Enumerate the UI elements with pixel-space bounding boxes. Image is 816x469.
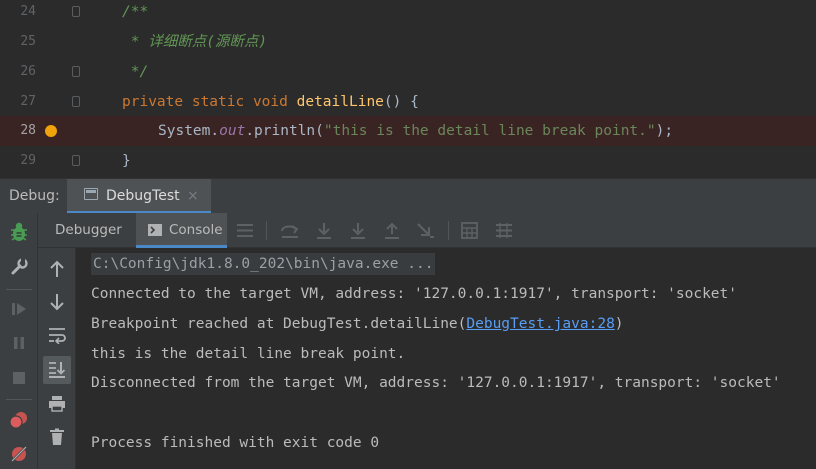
pause-icon[interactable] bbox=[11, 335, 27, 351]
code-editor[interactable]: 24 /** 25 * 详细断点(源断点) 26 */ 27 private s… bbox=[0, 0, 816, 178]
console-disconnected-line: Disconnected from the target VM, address… bbox=[91, 375, 781, 391]
debug-sidebar bbox=[0, 213, 38, 469]
wrench-icon[interactable] bbox=[10, 258, 28, 276]
tab-debugger[interactable]: Debugger bbox=[38, 213, 133, 248]
separator bbox=[6, 289, 32, 290]
console-breakpoint-line: Breakpoint reached at DebugTest.detailLi… bbox=[91, 313, 624, 335]
line-number: 28 bbox=[20, 123, 36, 138]
code-line[interactable]: 25 * 详细断点(源断点) bbox=[0, 27, 816, 57]
code-line[interactable]: 27 private static void detailLine() { bbox=[0, 87, 816, 117]
code-text: System.out.println("this is the detail l… bbox=[158, 116, 673, 146]
step-over-icon[interactable] bbox=[315, 222, 333, 240]
console-connected-line: Connected to the target VM, address: '12… bbox=[91, 286, 738, 302]
fold-icon[interactable] bbox=[72, 155, 80, 166]
bug-icon[interactable] bbox=[9, 221, 29, 243]
step-out-icon[interactable] bbox=[383, 222, 401, 240]
step-into-icon[interactable] bbox=[349, 222, 367, 240]
print-icon[interactable] bbox=[48, 395, 66, 412]
scroll-to-end-button[interactable] bbox=[43, 356, 71, 384]
up-arrow-icon[interactable] bbox=[49, 260, 65, 278]
breakpoint-message-end: ) bbox=[614, 316, 624, 332]
field-ref: out bbox=[219, 123, 246, 139]
line-number: 29 bbox=[20, 153, 36, 168]
console-output[interactable]: C:\Config\jdk1.8.0_202\bin\java.exe ... … bbox=[76, 248, 816, 469]
breakpoint-icon[interactable] bbox=[45, 125, 57, 137]
code-text: private static void detailLine() { bbox=[122, 87, 419, 117]
code-text: * 详细断点(源断点) bbox=[122, 34, 268, 50]
evaluate-icon[interactable] bbox=[461, 222, 478, 239]
debug-label: Debug: bbox=[9, 188, 60, 204]
resume-icon[interactable] bbox=[11, 301, 27, 317]
tab-console[interactable]: Console bbox=[136, 213, 227, 248]
fold-icon[interactable] bbox=[72, 96, 80, 107]
breakpoint-line[interactable]: 28 System.out.println("this is the detai… bbox=[0, 116, 816, 146]
stop-icon[interactable] bbox=[11, 370, 27, 386]
console-command-line[interactable]: C:\Config\jdk1.8.0_202\bin\java.exe ... bbox=[91, 253, 436, 275]
run-to-cursor-icon[interactable] bbox=[416, 221, 436, 241]
trash-icon[interactable] bbox=[49, 428, 65, 446]
code-line[interactable]: 29 } bbox=[0, 146, 816, 176]
punctuation: ); bbox=[655, 123, 674, 139]
separator bbox=[6, 399, 32, 400]
fold-icon[interactable] bbox=[72, 6, 80, 17]
scroll-to-end-icon bbox=[49, 362, 66, 378]
close-icon[interactable]: × bbox=[187, 179, 199, 213]
debug-tool-window-header: Debug: DebugTest × bbox=[0, 178, 816, 214]
separator bbox=[266, 221, 267, 240]
console-toolbar bbox=[38, 248, 76, 469]
fold-icon[interactable] bbox=[72, 66, 80, 77]
console-exit-line: Process finished with exit code 0 bbox=[91, 435, 380, 451]
code-line[interactable]: 26 */ bbox=[0, 57, 816, 87]
breakpoint-message: Breakpoint reached at DebugTest.detailLi… bbox=[91, 316, 467, 332]
keyword: private static void bbox=[122, 94, 297, 110]
code-text: */ bbox=[122, 64, 149, 80]
line-number: 27 bbox=[20, 94, 36, 109]
debug-session-tab[interactable]: DebugTest × bbox=[67, 179, 211, 214]
method-name: detailLine bbox=[296, 94, 384, 110]
code-line[interactable]: 24 /** bbox=[0, 0, 816, 27]
source-link[interactable]: DebugTest.java:28 bbox=[466, 316, 614, 332]
line-number: 24 bbox=[20, 4, 36, 19]
mute-breakpoints-icon[interactable] bbox=[10, 445, 28, 463]
separator bbox=[448, 221, 449, 240]
down-arrow-icon[interactable] bbox=[49, 293, 65, 311]
view-breakpoints-icon[interactable] bbox=[9, 411, 29, 429]
line-number: 25 bbox=[20, 34, 36, 49]
tab-console-label: Console bbox=[169, 222, 223, 238]
string-literal: "this is the detail line break point." bbox=[323, 123, 656, 139]
debug-tab-bar: Debugger Console bbox=[38, 213, 816, 248]
tab-debugger-label: Debugger bbox=[55, 222, 122, 238]
console-program-output: this is the detail line break point. bbox=[91, 346, 406, 362]
code-text: /** bbox=[122, 4, 149, 20]
trace-icon[interactable] bbox=[495, 222, 513, 239]
soft-wrap-icon[interactable] bbox=[48, 327, 66, 344]
console-icon bbox=[148, 224, 162, 236]
class-ref: System. bbox=[158, 123, 220, 139]
menu-icon[interactable] bbox=[236, 223, 254, 238]
code-text: } bbox=[122, 153, 131, 169]
run-config-icon bbox=[84, 188, 98, 200]
show-execution-point-icon[interactable] bbox=[280, 222, 300, 240]
punctuation: () { bbox=[383, 94, 419, 110]
debug-session-name: DebugTest bbox=[106, 188, 180, 204]
line-number: 26 bbox=[20, 64, 36, 79]
method-call: .println( bbox=[245, 123, 324, 139]
